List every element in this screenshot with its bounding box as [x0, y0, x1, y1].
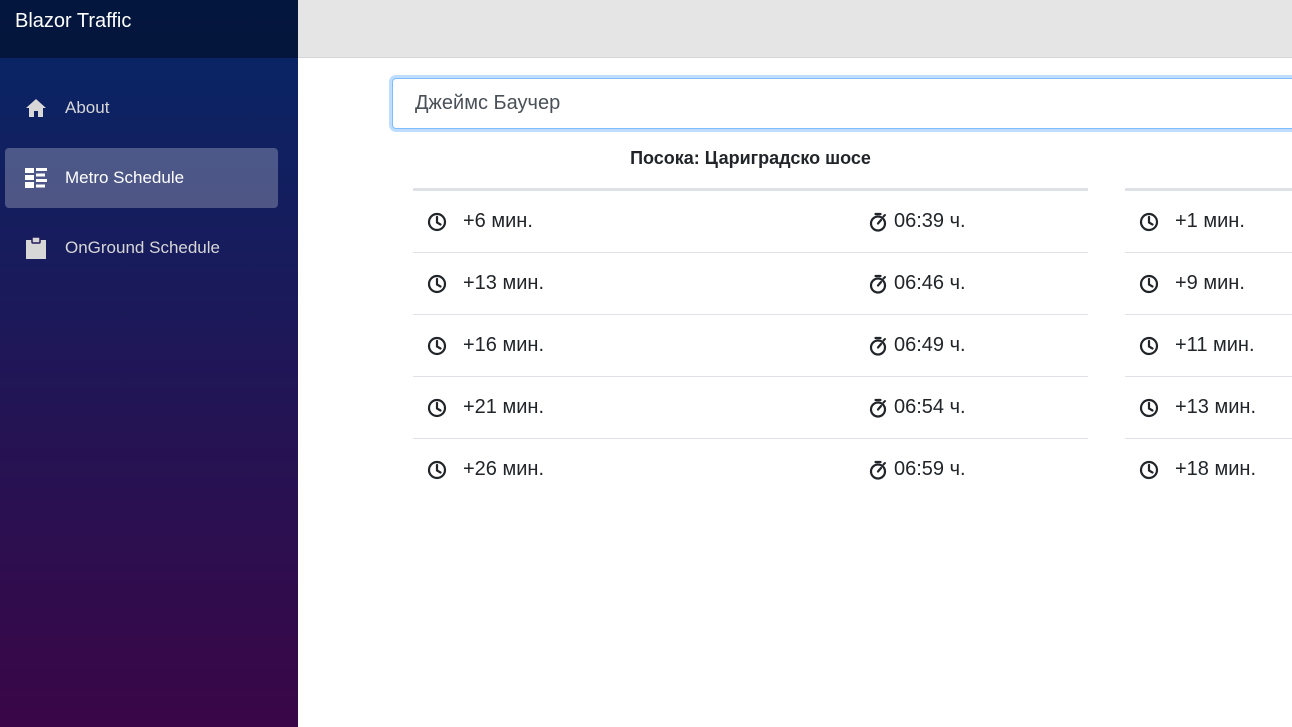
wait-cell: +11 мин. — [1139, 315, 1255, 376]
timer-icon — [868, 460, 888, 480]
nav-item-metro-schedule[interactable]: Metro Schedule — [5, 148, 278, 208]
wait-minutes: +18 мин. — [1175, 458, 1257, 480]
table-row: +1 мин. — [1125, 191, 1292, 253]
clock-icon — [1139, 212, 1159, 232]
schedule-table-left: +6 мин. 06:39 ч. +13 мин. 06:46 ч. +16 мин. 0… — [413, 188, 1088, 500]
arrival-cell: 06:46 ч. — [868, 253, 966, 314]
wait-cell: +18 мин. — [1139, 439, 1256, 500]
app-brand[interactable]: Blazor Traffic — [15, 10, 131, 33]
clock-icon — [1139, 398, 1159, 418]
arrival-cell: 06:39 ч. — [868, 191, 966, 252]
wait-cell: +6 мин. — [427, 191, 533, 252]
table-row: +16 мин. 06:49 ч. — [413, 315, 1088, 377]
arrival-time: 06:49 ч. — [894, 334, 966, 356]
wait-cell: +26 мин. — [427, 439, 544, 500]
top-bar — [298, 0, 1292, 58]
arrival-cell: 06:59 ч. — [868, 439, 966, 500]
wait-minutes: +13 мин. — [463, 272, 545, 294]
wait-minutes: +13 мин. — [1175, 396, 1257, 418]
table-row: +6 мин. 06:39 ч. — [413, 191, 1088, 253]
timer-icon — [868, 398, 888, 418]
table-row: +26 мин. 06:59 ч. — [413, 439, 1088, 500]
wait-minutes: +6 мин. — [463, 210, 533, 232]
wait-minutes: +16 мин. — [463, 334, 545, 356]
timer-icon — [868, 212, 888, 232]
clock-icon — [1139, 336, 1159, 356]
wait-minutes: +26 мин. — [463, 458, 545, 480]
arrival-cell: 06:54 ч. — [868, 377, 966, 438]
clock-icon — [1139, 274, 1159, 294]
arrival-time: 06:54 ч. — [894, 396, 966, 418]
station-direction-title: Посока: Цариградско шосе — [630, 148, 871, 168]
home-icon — [24, 96, 48, 120]
timer-icon — [868, 274, 888, 294]
clock-icon — [427, 336, 447, 356]
table-row: +18 мин. — [1125, 439, 1292, 500]
wait-cell: +13 мин. — [427, 253, 544, 314]
timer-icon — [868, 336, 888, 356]
station-search-input[interactable] — [392, 78, 1292, 129]
wait-cell: +16 мин. — [427, 315, 544, 376]
nav-menu: About Metro Schedule OnGround Schedule — [0, 58, 298, 278]
wait-cell: +9 мин. — [1139, 253, 1245, 314]
brand-bar: Blazor Traffic — [0, 0, 298, 58]
schedule-table-right: +1 мин. +9 мин. +11 мин. +13 мин. +18 мин. — [1125, 188, 1292, 500]
clock-icon — [427, 460, 447, 480]
clock-icon — [1139, 460, 1159, 480]
table-row: +13 мин. 06:46 ч. — [413, 253, 1088, 315]
table-row: +11 мин. — [1125, 315, 1292, 377]
wait-minutes: +11 мин. — [1175, 334, 1255, 356]
dashboard-icon — [24, 166, 48, 190]
table-row: +21 мин. 06:54 ч. — [413, 377, 1088, 439]
clock-icon — [427, 212, 447, 232]
arrival-time: 06:46 ч. — [894, 272, 966, 294]
nav-item-label: Metro Schedule — [65, 168, 185, 187]
table-row: +9 мин. — [1125, 253, 1292, 315]
clock-icon — [427, 274, 447, 294]
wait-cell: +13 мин. — [1139, 377, 1256, 438]
table-row: +13 мин. — [1125, 377, 1292, 439]
clock-icon — [427, 398, 447, 418]
wait-cell: +21 мин. — [427, 377, 544, 438]
arrival-cell: 06:49 ч. — [868, 315, 966, 376]
nav-item-onground-schedule[interactable]: OnGround Schedule — [5, 218, 278, 278]
sidebar: Blazor Traffic About Metro Schedule OnGr… — [0, 0, 298, 727]
wait-minutes: +1 мин. — [1175, 210, 1245, 232]
wait-cell: +1 мин. — [1139, 191, 1245, 252]
wait-minutes: +21 мин. — [463, 396, 545, 418]
nav-item-about[interactable]: About — [5, 78, 278, 138]
wait-minutes: +9 мин. — [1175, 272, 1245, 294]
arrival-time: 06:59 ч. — [894, 458, 966, 480]
clipboard-icon — [24, 236, 48, 260]
arrival-time: 06:39 ч. — [894, 210, 966, 232]
nav-item-label: About — [65, 98, 110, 117]
nav-item-label: OnGround Schedule — [65, 238, 220, 257]
